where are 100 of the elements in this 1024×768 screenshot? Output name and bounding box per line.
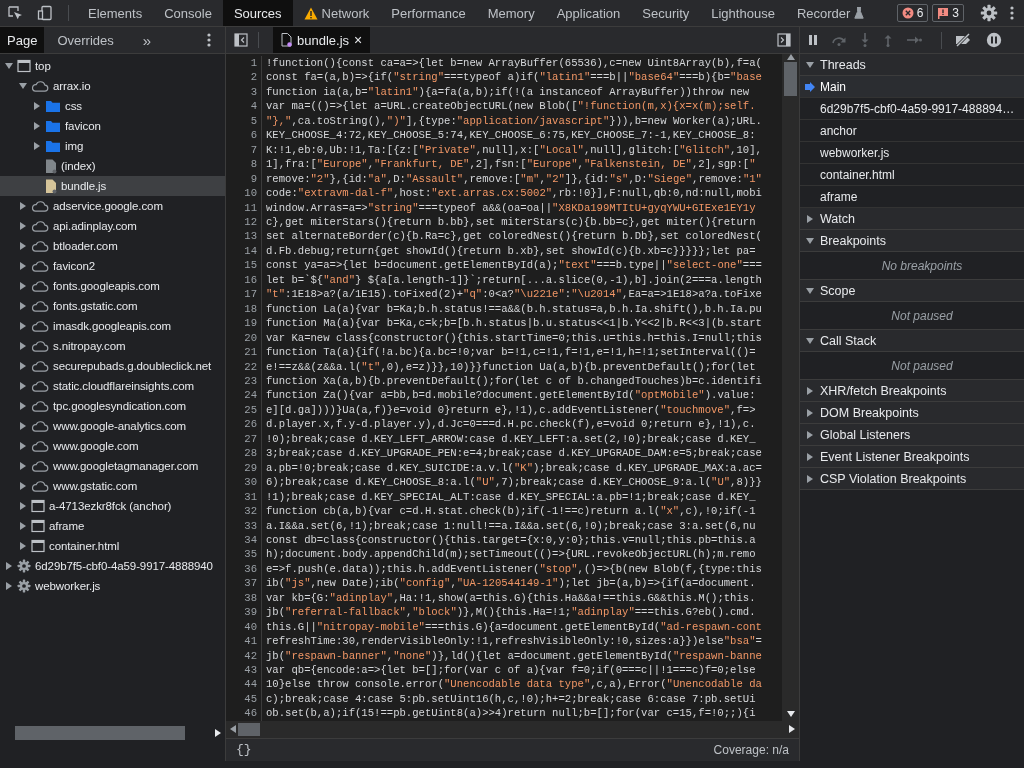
pretty-print-button[interactable]: {}: [236, 742, 252, 758]
tree-item[interactable]: www.google-analytics.com: [0, 416, 225, 436]
step-over-icon[interactable]: [831, 34, 847, 46]
scrollbar[interactable]: [782, 54, 799, 721]
expand-arrow-icon[interactable]: [18, 502, 27, 510]
expand-arrow-icon[interactable]: [4, 582, 13, 590]
expand-arrow-icon[interactable]: [18, 442, 27, 450]
panel-tab[interactable]: Elements: [77, 0, 154, 26]
expand-arrow-icon[interactable]: [18, 222, 27, 230]
expand-arrow-icon[interactable]: [18, 402, 27, 410]
tree-item[interactable]: aframe: [0, 516, 225, 536]
section-header[interactable]: Call Stack: [800, 330, 1024, 352]
tree-item[interactable]: top: [0, 56, 225, 76]
tree-item[interactable]: static.cloudflareinsights.com: [0, 376, 225, 396]
scroll-down-icon[interactable]: [786, 710, 795, 717]
section-header[interactable]: Global Listeners: [800, 424, 1024, 446]
panel-tab[interactable]: Application: [545, 0, 632, 26]
tree-item[interactable]: s.nitropay.com: [0, 336, 225, 356]
expand-arrow-icon[interactable]: [18, 302, 27, 310]
tree-item[interactable]: css: [0, 96, 225, 116]
step-into-icon[interactable]: [860, 33, 870, 47]
expand-arrow-icon[interactable]: [18, 462, 27, 470]
settings-icon[interactable]: [980, 4, 998, 22]
expand-arrow-icon[interactable]: [18, 482, 27, 490]
sidebar-toggle-icon[interactable]: [234, 33, 248, 47]
thread-item[interactable]: 6d29b7f5-cbf0-4a59-9917-488894…: [800, 98, 1024, 120]
close-button[interactable]: ×: [354, 32, 363, 48]
error-count-badge[interactable]: 6: [896, 4, 929, 22]
scrollbar-thumb[interactable]: [238, 722, 260, 736]
tree-item[interactable]: fonts.gstatic.com: [0, 296, 225, 316]
expand-arrow-icon[interactable]: [32, 122, 41, 130]
navigator-tab[interactable]: Overrides: [50, 27, 121, 53]
panel-tab[interactable]: Lighthouse: [700, 0, 786, 26]
section-header[interactable]: DOM Breakpoints: [800, 402, 1024, 424]
scroll-right-icon[interactable]: [215, 728, 221, 737]
tree-item[interactable]: img: [0, 136, 225, 156]
more-options-icon[interactable]: [1010, 6, 1014, 20]
expand-arrow-icon[interactable]: [18, 282, 27, 290]
expand-arrow-icon[interactable]: [18, 362, 27, 370]
thread-item[interactable]: anchor: [800, 120, 1024, 142]
collapse-arrow-icon[interactable]: [18, 82, 27, 90]
tree-item[interactable]: bundle.js: [0, 176, 225, 196]
pause-icon[interactable]: [808, 34, 818, 46]
scroll-left-icon[interactable]: [230, 725, 236, 734]
section-header[interactable]: Event Listener Breakpoints: [800, 446, 1024, 468]
panel-tab[interactable]: Memory: [476, 0, 546, 26]
tree-item[interactable]: 6d29b7f5-cbf0-4a59-9917-4888940: [0, 556, 225, 576]
panel-tab[interactable]: Recorder: [785, 0, 876, 26]
device-toolbar-icon[interactable]: [37, 5, 53, 21]
tab-label[interactable]: bundle.js: [297, 32, 350, 48]
scrollbar-thumb[interactable]: [784, 62, 797, 96]
section-header[interactable]: Threads: [800, 54, 1024, 76]
tree-item[interactable]: container.html: [0, 536, 225, 556]
file-tab[interactable]: bundle.js ×: [273, 27, 371, 53]
section-header[interactable]: CSP Violation Breakpoints: [800, 468, 1024, 490]
expand-arrow-icon[interactable]: [18, 322, 27, 330]
panel-tab[interactable]: Security: [631, 0, 701, 26]
more-tabs-button[interactable]: »: [134, 27, 160, 53]
tree-item[interactable]: a-4713ezkr8fck (anchor): [0, 496, 225, 516]
deactivate-breakpoints-icon[interactable]: [955, 33, 973, 47]
expand-arrow-icon[interactable]: [32, 102, 41, 110]
inspect-icon[interactable]: [7, 5, 23, 21]
panel-tab[interactable]: Network: [292, 0, 381, 26]
tree-item[interactable]: webworker.js: [0, 576, 225, 596]
more-options-icon[interactable]: [207, 33, 211, 47]
section-header[interactable]: Watch: [800, 208, 1024, 230]
tree-item[interactable]: www.gstatic.com: [0, 476, 225, 496]
tree-item[interactable]: fonts.googleapis.com: [0, 276, 225, 296]
tree-item[interactable]: favicon2: [0, 256, 225, 276]
expand-arrow-icon[interactable]: [32, 142, 41, 150]
tree-item[interactable]: www.googletagmanager.com: [0, 456, 225, 476]
expand-arrow-icon[interactable]: [18, 522, 27, 530]
expand-arrow-icon[interactable]: [4, 562, 13, 570]
section-header[interactable]: Scope: [800, 280, 1024, 302]
issue-count-badge[interactable]: 3: [932, 4, 964, 22]
tree-item[interactable]: favicon: [0, 116, 225, 136]
expand-arrow-icon[interactable]: [18, 382, 27, 390]
expand-arrow-icon[interactable]: [18, 542, 27, 550]
tree-item[interactable]: securepubads.g.doubleclick.net: [0, 356, 225, 376]
thread-item[interactable]: Main: [800, 76, 1024, 98]
section-header[interactable]: Breakpoints: [800, 230, 1024, 252]
thread-item[interactable]: webworker.js: [800, 142, 1024, 164]
pause-on-exceptions-icon[interactable]: [986, 32, 1002, 48]
section-header[interactable]: XHR/fetch Breakpoints: [800, 380, 1024, 402]
tree-item[interactable]: imasdk.googleapis.com: [0, 316, 225, 336]
navigator-tab[interactable]: Page: [0, 27, 45, 53]
expand-arrow-icon[interactable]: [18, 202, 27, 210]
tree-item[interactable]: tpc.googlesyndication.com: [0, 396, 225, 416]
tree-item[interactable]: btloader.com: [0, 236, 225, 256]
expand-arrow-icon[interactable]: [18, 342, 27, 350]
tree-item[interactable]: www.google.com: [0, 436, 225, 456]
tree-item[interactable]: api.adinplay.com: [0, 216, 225, 236]
step-icon[interactable]: [906, 35, 922, 45]
panel-tab[interactable]: Console: [153, 0, 223, 26]
expand-arrow-icon[interactable]: [18, 262, 27, 270]
thread-item[interactable]: container.html: [800, 164, 1024, 186]
tree-item[interactable]: arrax.io: [0, 76, 225, 96]
collapse-arrow-icon[interactable]: [4, 62, 13, 70]
tree-item[interactable]: adservice.google.com: [0, 196, 225, 216]
expand-arrow-icon[interactable]: [18, 422, 27, 430]
